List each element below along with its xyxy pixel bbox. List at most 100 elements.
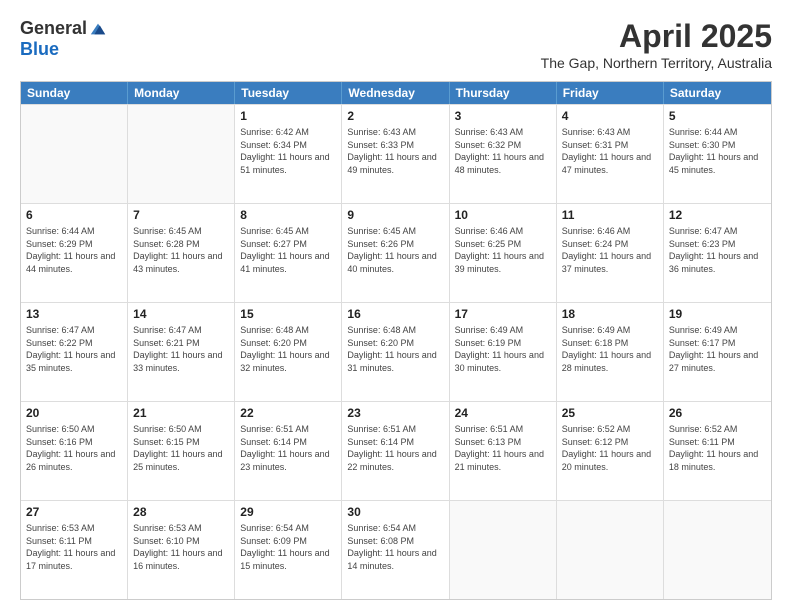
day-number: 8 [240, 207, 336, 223]
cell-info: Sunrise: 6:53 AM Sunset: 6:11 PM Dayligh… [26, 522, 122, 572]
month-title: April 2025 [541, 18, 772, 55]
calendar-cell: 13 Sunrise: 6:47 AM Sunset: 6:22 PM Dayli… [21, 303, 128, 401]
calendar-cell: 14 Sunrise: 6:47 AM Sunset: 6:21 PM Dayli… [128, 303, 235, 401]
calendar-cell: 21 Sunrise: 6:50 AM Sunset: 6:15 PM Dayli… [128, 402, 235, 500]
calendar-cell: 8 Sunrise: 6:45 AM Sunset: 6:27 PM Daylig… [235, 204, 342, 302]
title-block: April 2025 The Gap, Northern Territory, … [541, 18, 772, 71]
day-number: 9 [347, 207, 443, 223]
logo: General Blue [20, 18, 107, 60]
day-number: 29 [240, 504, 336, 520]
location-title: The Gap, Northern Territory, Australia [541, 55, 772, 71]
cell-info: Sunrise: 6:46 AM Sunset: 6:24 PM Dayligh… [562, 225, 658, 275]
cell-info: Sunrise: 6:43 AM Sunset: 6:31 PM Dayligh… [562, 126, 658, 176]
calendar-cell: 29 Sunrise: 6:54 AM Sunset: 6:09 PM Dayli… [235, 501, 342, 599]
day-number: 13 [26, 306, 122, 322]
calendar-cell: 26Sunrise: 6:52 AM Sunset: 6:11 PM Dayli… [664, 402, 771, 500]
calendar-cell [128, 105, 235, 203]
logo-blue-text: Blue [20, 39, 59, 60]
calendar-body: 1Sunrise: 6:42 AM Sunset: 6:34 PM Daylig… [21, 104, 771, 599]
cell-info: Sunrise: 6:47 AM Sunset: 6:22 PM Dayligh… [26, 324, 122, 374]
calendar-row-1: 6Sunrise: 6:44 AM Sunset: 6:29 PM Daylig… [21, 203, 771, 302]
calendar-cell: 19 Sunrise: 6:49 AM Sunset: 6:17 PM Dayli… [664, 303, 771, 401]
calendar-cell: 30 Sunrise: 6:54 AM Sunset: 6:08 PM Dayli… [342, 501, 449, 599]
cell-info: Sunrise: 6:50 AM Sunset: 6:15 PM Dayligh… [133, 423, 229, 473]
header-day-sunday: Sunday [21, 82, 128, 104]
logo-general-text: General [20, 18, 87, 39]
cell-info: Sunrise: 6:43 AM Sunset: 6:32 PM Dayligh… [455, 126, 551, 176]
day-number: 16 [347, 306, 443, 322]
calendar-cell [450, 501, 557, 599]
day-number: 6 [26, 207, 122, 223]
calendar-cell: 2 Sunrise: 6:43 AM Sunset: 6:33 PM Daylig… [342, 105, 449, 203]
cell-info: Sunrise: 6:47 AM Sunset: 6:23 PM Dayligh… [669, 225, 766, 275]
day-number: 30 [347, 504, 443, 520]
day-number: 11 [562, 207, 658, 223]
calendar: SundayMondayTuesdayWednesdayThursdayFrid… [20, 81, 772, 600]
calendar-cell: 1Sunrise: 6:42 AM Sunset: 6:34 PM Daylig… [235, 105, 342, 203]
calendar-header: SundayMondayTuesdayWednesdayThursdayFrid… [21, 82, 771, 104]
cell-info: Sunrise: 6:44 AM Sunset: 6:30 PM Dayligh… [669, 126, 766, 176]
header-day-saturday: Saturday [664, 82, 771, 104]
calendar-cell: 22Sunrise: 6:51 AM Sunset: 6:14 PM Dayli… [235, 402, 342, 500]
cell-info: Sunrise: 6:49 AM Sunset: 6:18 PM Dayligh… [562, 324, 658, 374]
calendar-cell: 6Sunrise: 6:44 AM Sunset: 6:29 PM Daylig… [21, 204, 128, 302]
calendar-cell: 3 Sunrise: 6:43 AM Sunset: 6:32 PM Daylig… [450, 105, 557, 203]
cell-info: Sunrise: 6:54 AM Sunset: 6:08 PM Dayligh… [347, 522, 443, 572]
calendar-cell: 27 Sunrise: 6:53 AM Sunset: 6:11 PM Dayli… [21, 501, 128, 599]
cell-info: Sunrise: 6:48 AM Sunset: 6:20 PM Dayligh… [240, 324, 336, 374]
cell-info: Sunrise: 6:46 AM Sunset: 6:25 PM Dayligh… [455, 225, 551, 275]
calendar-row-0: 1Sunrise: 6:42 AM Sunset: 6:34 PM Daylig… [21, 104, 771, 203]
day-number: 15 [240, 306, 336, 322]
cell-info: Sunrise: 6:50 AM Sunset: 6:16 PM Dayligh… [26, 423, 122, 473]
day-number: 28 [133, 504, 229, 520]
calendar-cell: 12 Sunrise: 6:47 AM Sunset: 6:23 PM Dayli… [664, 204, 771, 302]
cell-info: Sunrise: 6:43 AM Sunset: 6:33 PM Dayligh… [347, 126, 443, 176]
day-number: 25 [562, 405, 658, 421]
calendar-cell: 18 Sunrise: 6:49 AM Sunset: 6:18 PM Dayli… [557, 303, 664, 401]
calendar-cell: 23Sunrise: 6:51 AM Sunset: 6:14 PM Dayli… [342, 402, 449, 500]
day-number: 19 [669, 306, 766, 322]
day-number: 1 [240, 108, 336, 124]
cell-info: Sunrise: 6:51 AM Sunset: 6:14 PM Dayligh… [347, 423, 443, 473]
day-number: 14 [133, 306, 229, 322]
cell-info: Sunrise: 6:49 AM Sunset: 6:19 PM Dayligh… [455, 324, 551, 374]
day-number: 17 [455, 306, 551, 322]
day-number: 5 [669, 108, 766, 124]
calendar-cell: 25Sunrise: 6:52 AM Sunset: 6:12 PM Dayli… [557, 402, 664, 500]
cell-info: Sunrise: 6:45 AM Sunset: 6:27 PM Dayligh… [240, 225, 336, 275]
cell-info: Sunrise: 6:49 AM Sunset: 6:17 PM Dayligh… [669, 324, 766, 374]
header-day-thursday: Thursday [450, 82, 557, 104]
calendar-cell: 5 Sunrise: 6:44 AM Sunset: 6:30 PM Daylig… [664, 105, 771, 203]
header-day-tuesday: Tuesday [235, 82, 342, 104]
header-day-friday: Friday [557, 82, 664, 104]
day-number: 21 [133, 405, 229, 421]
cell-info: Sunrise: 6:51 AM Sunset: 6:13 PM Dayligh… [455, 423, 551, 473]
cell-info: Sunrise: 6:45 AM Sunset: 6:26 PM Dayligh… [347, 225, 443, 275]
day-number: 20 [26, 405, 122, 421]
day-number: 7 [133, 207, 229, 223]
day-number: 12 [669, 207, 766, 223]
calendar-cell [21, 105, 128, 203]
calendar-cell: 15 Sunrise: 6:48 AM Sunset: 6:20 PM Dayli… [235, 303, 342, 401]
calendar-cell: 16Sunrise: 6:48 AM Sunset: 6:20 PM Dayli… [342, 303, 449, 401]
logo-icon [89, 20, 107, 38]
calendar-cell: 9 Sunrise: 6:45 AM Sunset: 6:26 PM Daylig… [342, 204, 449, 302]
calendar-cell [557, 501, 664, 599]
calendar-row-4: 27 Sunrise: 6:53 AM Sunset: 6:11 PM Dayli… [21, 500, 771, 599]
calendar-cell: 17 Sunrise: 6:49 AM Sunset: 6:19 PM Dayli… [450, 303, 557, 401]
day-number: 3 [455, 108, 551, 124]
calendar-cell: 10 Sunrise: 6:46 AM Sunset: 6:25 PM Dayli… [450, 204, 557, 302]
page: General Blue April 2025 The Gap, Norther… [0, 0, 792, 612]
day-number: 2 [347, 108, 443, 124]
cell-info: Sunrise: 6:47 AM Sunset: 6:21 PM Dayligh… [133, 324, 229, 374]
header-day-wednesday: Wednesday [342, 82, 449, 104]
day-number: 4 [562, 108, 658, 124]
day-number: 27 [26, 504, 122, 520]
calendar-row-3: 20 Sunrise: 6:50 AM Sunset: 6:16 PM Dayli… [21, 401, 771, 500]
cell-info: Sunrise: 6:54 AM Sunset: 6:09 PM Dayligh… [240, 522, 336, 572]
cell-info: Sunrise: 6:53 AM Sunset: 6:10 PM Dayligh… [133, 522, 229, 572]
day-number: 18 [562, 306, 658, 322]
calendar-cell: 4 Sunrise: 6:43 AM Sunset: 6:31 PM Daylig… [557, 105, 664, 203]
day-number: 10 [455, 207, 551, 223]
calendar-cell: 24Sunrise: 6:51 AM Sunset: 6:13 PM Dayli… [450, 402, 557, 500]
